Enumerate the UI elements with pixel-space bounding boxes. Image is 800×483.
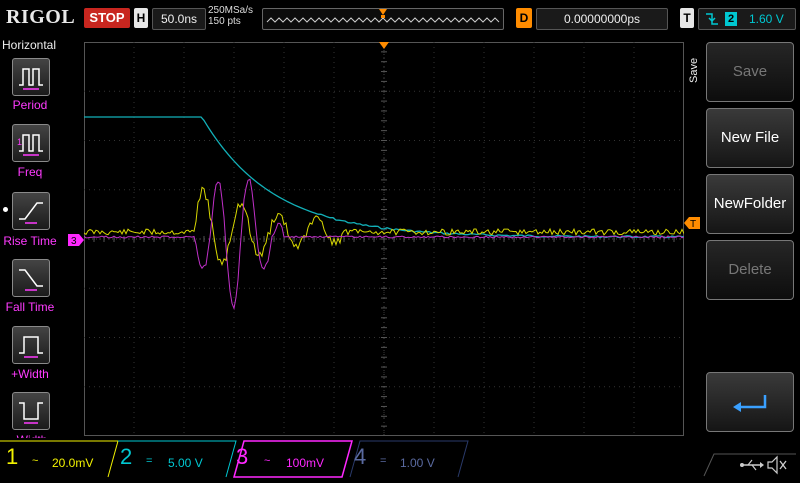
ch2-scale: 5.00 V — [168, 456, 203, 470]
ch3-marker-label: 3 — [71, 236, 77, 246]
fall-time-label: Fall Time — [5, 300, 55, 314]
ch4-number: 4 — [354, 444, 367, 469]
positive-width-button[interactable] — [12, 326, 50, 364]
graticule — [83, 41, 685, 436]
status-icons — [700, 452, 800, 478]
run-stop-indicator[interactable]: STOP — [84, 8, 130, 28]
positive-width-icon — [19, 336, 43, 358]
ch1-scale: 20.0mV — [52, 456, 94, 470]
period-label: Period — [12, 98, 48, 112]
rise-time-icon — [19, 202, 43, 224]
fall-time-icon — [19, 269, 43, 291]
delay-key[interactable]: D — [516, 8, 532, 28]
status-icons-svg — [703, 453, 796, 477]
freq-button[interactable]: 1 — [12, 124, 50, 162]
horizontal-key[interactable]: H — [134, 8, 148, 28]
frequency-icon: 1 — [17, 134, 43, 156]
svg-text:1: 1 — [17, 137, 22, 147]
memory-waveform-icon — [266, 9, 500, 23]
positive-width-label: +Width — [11, 367, 49, 381]
ch3-marker-shape: 3 — [68, 234, 84, 247]
trigger-level: 1.60 V — [749, 12, 784, 26]
sample-info: 250MSa/s 150 pts — [208, 5, 253, 27]
mute-icon — [767, 455, 787, 475]
trigger-level-marker[interactable]: T — [684, 216, 700, 234]
trigger-position-marker — [379, 9, 387, 15]
new-file-button[interactable]: New File — [706, 108, 794, 168]
fall-time-button[interactable] — [12, 259, 50, 297]
trigger-status[interactable]: 2 1.60 V — [698, 8, 796, 30]
freq-label: Freq — [17, 165, 43, 179]
memory-points: 150 pts — [208, 16, 241, 27]
trigger-key[interactable]: T — [680, 8, 694, 28]
ch2-number: 2 — [120, 444, 133, 469]
ch1-number: 1 — [6, 444, 19, 469]
return-button[interactable] — [706, 372, 794, 432]
trigger-source-badge: 2 — [725, 12, 737, 26]
new-folder-button[interactable]: NewFolder — [706, 174, 794, 234]
negative-width-button[interactable] — [12, 392, 50, 430]
trigger-marker-shape: T — [684, 217, 700, 230]
delete-button[interactable]: Delete — [706, 240, 794, 300]
rise-time-button[interactable] — [12, 192, 50, 230]
ch3-coupling-icon: ~ — [264, 455, 271, 467]
return-arrow-icon — [733, 395, 767, 412]
ch2-coupling-icon: = — [146, 455, 153, 467]
usb-icon — [740, 459, 764, 471]
selection-dot-icon — [3, 207, 8, 212]
ch3-scale: 100mV — [286, 456, 325, 470]
period-icon — [19, 68, 43, 90]
rise-time-label: Rise Time — [3, 234, 57, 248]
ch3-number: 3 — [236, 444, 249, 469]
ch4-coupling-icon: = — [380, 455, 387, 467]
ch1-coupling-icon: ~ — [32, 455, 39, 467]
period-button[interactable] — [12, 58, 50, 96]
save-menu-tab: Save — [688, 57, 700, 83]
memory-overview — [262, 8, 504, 30]
waveform-display[interactable] — [83, 41, 685, 436]
trigger-time-marker — [379, 37, 389, 55]
negative-width-icon — [19, 402, 43, 424]
timebase-value[interactable]: 50.0ns — [152, 8, 206, 30]
save-button[interactable]: Save — [706, 42, 794, 102]
ch4-scale: 1.00 V — [400, 456, 435, 470]
measure-buttons: Period 1 Freq Rise Time Fall Time +Width — [0, 0, 60, 480]
falling-edge-icon — [706, 13, 718, 25]
sample-rate: 250MSa/s — [208, 5, 254, 16]
delay-value[interactable]: 0.00000000ps — [536, 8, 668, 30]
ch3-reference-marker[interactable]: 3 — [68, 233, 84, 251]
trigger-marker-label: T — [690, 219, 696, 229]
